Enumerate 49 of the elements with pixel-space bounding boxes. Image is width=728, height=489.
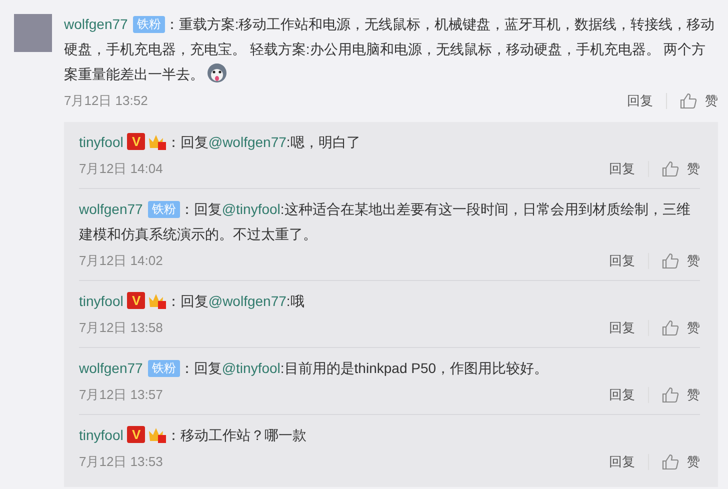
like-button[interactable]: 赞 bbox=[687, 252, 700, 270]
mention-link[interactable]: @wolfgen77 bbox=[208, 293, 286, 309]
username-link[interactable]: wolfgen77 bbox=[79, 201, 143, 217]
reply-text: tinyfool V ：回复@wolfgen77:嗯，明白了 bbox=[79, 132, 362, 152]
username-link[interactable]: tinyfool bbox=[79, 134, 124, 150]
crown-icon bbox=[148, 133, 166, 150]
username-link[interactable]: wolfgen77 bbox=[79, 360, 143, 376]
thumbs-up-icon[interactable] bbox=[662, 387, 679, 403]
username-link[interactable]: tinyfool bbox=[79, 293, 124, 309]
mention-link[interactable]: @tinyfool bbox=[222, 201, 280, 217]
crown-icon bbox=[148, 426, 166, 443]
like-button[interactable]: 赞 bbox=[687, 160, 700, 178]
timestamp: 7月12日 13:53 bbox=[79, 453, 163, 471]
reply-button[interactable]: 回复 bbox=[609, 160, 635, 178]
fan-badge: 铁粉 bbox=[148, 360, 180, 377]
verified-badge: V bbox=[127, 133, 146, 150]
reply-text: tinyfool V ：移动工作站？哪一款 bbox=[79, 425, 308, 445]
fan-badge: 铁粉 bbox=[132, 16, 165, 33]
reply-text: tinyfool V ：回复@wolfgen77:哦 bbox=[79, 291, 306, 311]
timestamp: 7月12日 14:04 bbox=[79, 160, 163, 178]
timestamp: 7月12日 13:52 bbox=[64, 92, 148, 110]
fan-badge: 铁粉 bbox=[148, 201, 180, 218]
thumbs-up-icon[interactable] bbox=[662, 320, 679, 336]
mention-link[interactable]: @wolfgen77 bbox=[208, 134, 286, 150]
verified-badge: V bbox=[127, 292, 146, 309]
reply-button[interactable]: 回复 bbox=[609, 319, 635, 337]
mention-link[interactable]: @tinyfool bbox=[222, 360, 280, 376]
crown-icon bbox=[148, 292, 166, 309]
timestamp: 7月12日 13:57 bbox=[79, 386, 163, 404]
reply-button[interactable]: 回复 bbox=[609, 252, 635, 270]
reply-button[interactable]: 回复 bbox=[609, 386, 635, 404]
thumbs-up-icon[interactable] bbox=[680, 93, 697, 109]
thumbs-up-icon[interactable] bbox=[662, 454, 679, 470]
thumbs-up-icon[interactable] bbox=[662, 161, 679, 177]
like-button[interactable]: 赞 bbox=[687, 319, 700, 337]
thumbs-up-icon[interactable] bbox=[662, 253, 679, 269]
reply-text: wolfgen77 铁粉 ：回复@tinyfool:这种适合在某地出差要有这一段时间，日常会用到材质绘制，三维建模和仿真系统演示的。不过太重了。 bbox=[79, 200, 692, 244]
like-button[interactable]: 赞 bbox=[687, 453, 700, 471]
reply-button[interactable]: 回复 bbox=[627, 92, 653, 110]
reply-button[interactable]: 回复 bbox=[609, 453, 635, 471]
timestamp: 7月12日 14:02 bbox=[79, 252, 163, 270]
verified-badge: V bbox=[127, 426, 146, 443]
timestamp: 7月12日 13:58 bbox=[79, 319, 163, 337]
reply-text: wolfgen77 铁粉 ：回复@tinyfool:目前用的是thinkpad P50，作图用比较好。 bbox=[79, 359, 550, 379]
username-link[interactable]: wolfgen77 bbox=[64, 16, 128, 32]
comment-text: wolfgen77 铁粉 ：重载方案:移动工作站和电源，无线鼠标，机械键盘，蓝牙耳机，数据线，转接线，移动硬盘，手机充电器，充电宝。 轻载方案:办公用电脑和电源，无线鼠标，移动硬盘，手机充电器。 两个方案重量能差出一半去。 bbox=[64, 15, 716, 85]
like-button[interactable]: 赞 bbox=[705, 92, 718, 110]
username-link[interactable]: tinyfool bbox=[79, 427, 124, 443]
like-button[interactable]: 赞 bbox=[687, 386, 700, 404]
